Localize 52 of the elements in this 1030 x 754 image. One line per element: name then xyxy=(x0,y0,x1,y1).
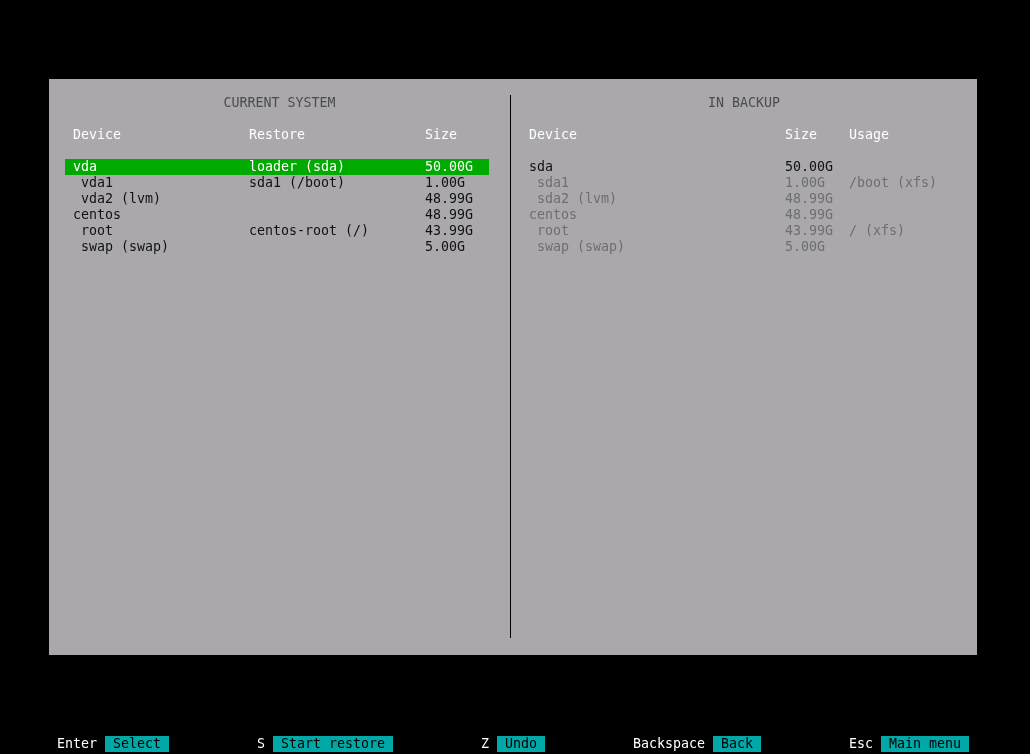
device-size: 48.99G xyxy=(785,191,834,206)
shortcut-key: Esc xyxy=(848,736,873,752)
device-size: 5.00G xyxy=(425,239,466,254)
shortcut-button[interactable]: Back xyxy=(712,736,761,752)
restore-target: sda1 (/boot) xyxy=(249,175,346,190)
device-size: 48.99G xyxy=(425,191,474,206)
shortcut-button[interactable]: Select xyxy=(105,736,170,752)
device-size: 48.99G xyxy=(425,207,474,222)
device-size: 50.00G xyxy=(785,159,834,174)
device-name: root xyxy=(81,223,114,238)
shortcut-key: Enter xyxy=(57,736,98,752)
device-row[interactable]: vda1 sda1 (/boot) 1.00G xyxy=(65,175,489,191)
device-usage: /boot (xfs) xyxy=(849,175,938,190)
device-name: centos xyxy=(529,207,578,222)
shortcut-button[interactable]: Start restore xyxy=(273,736,394,752)
column-header: Device xyxy=(529,127,578,142)
shortcut-key: Z xyxy=(480,736,489,752)
device-name: centos xyxy=(73,207,122,222)
column-header: Restore xyxy=(249,127,306,142)
device-size: 43.99G xyxy=(785,223,834,238)
column-header: Device xyxy=(73,127,122,142)
device-name: sda2 (lvm) xyxy=(537,191,618,206)
device-name: vda2 (lvm) xyxy=(81,191,162,206)
panel-title: IN BACKUP xyxy=(707,95,781,111)
column-header: Size xyxy=(785,127,818,142)
device-size: 1.00G xyxy=(425,175,466,190)
device-row[interactable]: swap (swap) 5.00G xyxy=(65,239,489,255)
device-name: sda1 xyxy=(537,175,570,190)
device-usage: / (xfs) xyxy=(849,223,906,238)
restore-target: loader (sda) xyxy=(249,159,346,174)
restore-target: centos-root (/) xyxy=(249,223,370,238)
device-row[interactable]: centos 48.99G xyxy=(65,207,489,223)
device-size: 48.99G xyxy=(785,207,834,222)
device-size: 50.00G xyxy=(425,159,474,174)
device-size: 43.99G xyxy=(425,223,474,238)
device-name: vda1 xyxy=(81,175,114,190)
device-name: root xyxy=(537,223,570,238)
device-name: swap (swap) xyxy=(81,239,170,254)
device-size: 5.00G xyxy=(785,239,826,254)
panel-title: CURRENT SYSTEM xyxy=(223,95,336,111)
shortcut-button[interactable]: Main menu xyxy=(880,736,969,752)
device-row[interactable]: root centos-root (/) 43.99G xyxy=(65,223,489,239)
device-name: swap (swap) xyxy=(537,239,626,254)
device-name: sda xyxy=(529,159,554,174)
column-header: Usage xyxy=(849,127,890,142)
shortcut-button[interactable]: Undo xyxy=(496,736,545,752)
device-row[interactable]: vda2 (lvm) 48.99G xyxy=(65,191,489,207)
device-size: 1.00G xyxy=(785,175,826,190)
column-header: Size xyxy=(425,127,458,142)
shortcut-key: S xyxy=(256,736,265,752)
device-name: vda xyxy=(73,159,98,174)
shortcut-key: Backspace xyxy=(632,736,705,752)
